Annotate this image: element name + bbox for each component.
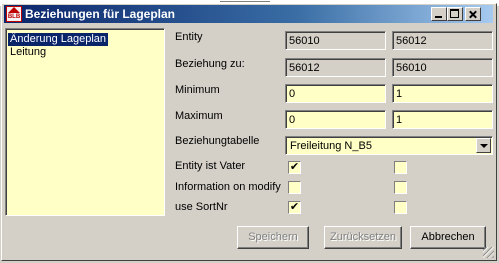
entity-ist-vater-checkbox-1[interactable]: ✔ — [288, 161, 301, 174]
use-sortnr-checkbox-1[interactable]: ✔ — [288, 201, 301, 214]
minimum-field-2[interactable]: 1 — [392, 84, 493, 103]
close-icon[interactable] — [465, 7, 481, 21]
title-bar[interactable]: BLB Beziehungen für Lageplan — [4, 5, 493, 23]
app-logo-text: BLB — [7, 14, 21, 20]
beziehungtabelle-label: Beziehungtabelle — [175, 135, 260, 147]
chevron-down-icon[interactable] — [476, 138, 491, 153]
minimize-icon[interactable] — [431, 7, 447, 21]
relations-dialog: BLB Beziehungen für Lageplan Änderung La… — [1, 3, 497, 261]
beziehungtabelle-select[interactable]: Freileitung N_B5 — [285, 136, 493, 155]
information-on-modify-checkbox-2[interactable] — [394, 181, 407, 194]
information-on-modify-checkbox-1[interactable] — [288, 181, 301, 194]
reset-button[interactable]: Zurücksetzen — [324, 226, 402, 249]
entity-field-2: 56012 — [392, 31, 493, 50]
maximum-field-1[interactable]: 0 — [285, 110, 386, 129]
maximum-field-2[interactable]: 1 — [392, 110, 493, 129]
app-logo-icon: BLB — [6, 6, 22, 22]
save-button[interactable]: Speichern — [237, 226, 309, 249]
maximum-label: Maximum — [175, 110, 223, 122]
entity-ist-vater-label: Entity ist Vater — [175, 160, 246, 172]
beziehung-field-2: 56010 — [392, 58, 493, 77]
list-item-aenderung-lageplan[interactable]: Änderung Lageplan — [8, 33, 109, 46]
use-sortnr-label: use SortNr — [175, 201, 228, 213]
minimum-field-1[interactable]: 0 — [285, 84, 386, 103]
use-sortnr-checkbox-2[interactable] — [394, 201, 407, 214]
list-item-leitung[interactable]: Leitung — [8, 46, 48, 59]
resize-grip[interactable] — [483, 247, 494, 258]
maximize-icon[interactable] — [447, 7, 463, 21]
relation-list[interactable]: Änderung Lageplan Leitung — [5, 28, 165, 216]
window-title: Beziehungen für Lageplan — [25, 7, 176, 21]
cancel-button[interactable]: Abbrechen — [410, 226, 486, 249]
minimum-label: Minimum — [175, 84, 220, 96]
entity-field-1: 56010 — [285, 31, 386, 50]
information-on-modify-label: Information on modify — [175, 181, 281, 193]
entity-ist-vater-checkbox-2[interactable] — [394, 161, 407, 174]
beziehungtabelle-value: Freileitung N_B5 — [290, 140, 372, 152]
beziehung-label: Beziehung zu: — [175, 58, 245, 70]
entity-label: Entity — [175, 31, 203, 43]
beziehung-field-1: 56012 — [285, 58, 386, 77]
